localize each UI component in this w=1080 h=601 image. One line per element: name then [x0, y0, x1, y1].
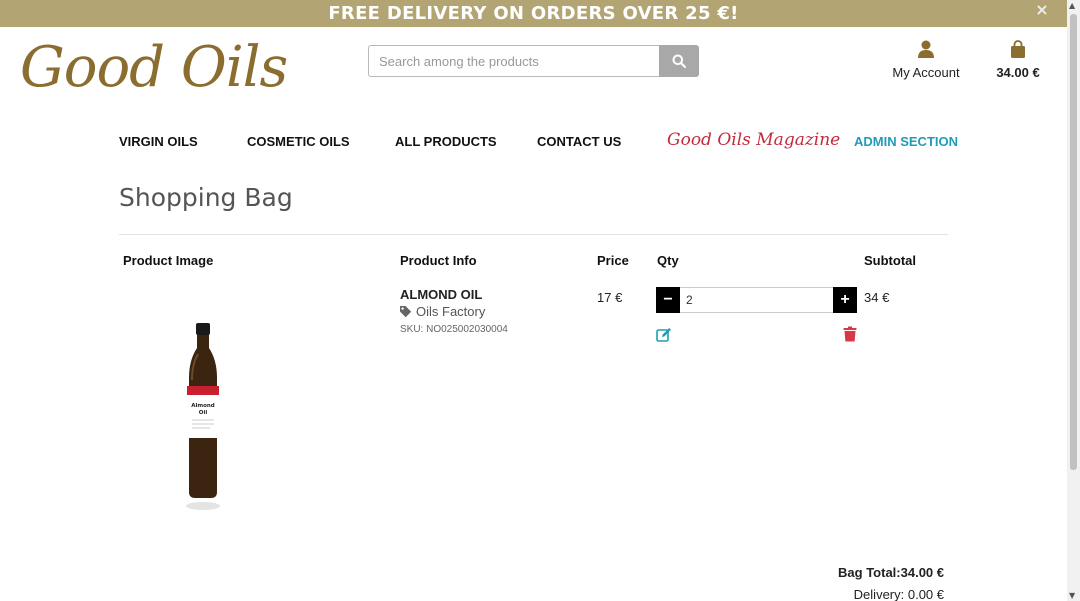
bag-total-amount: 34.00 €: [996, 65, 1040, 80]
scroll-up-icon[interactable]: ▲: [1069, 1, 1075, 10]
shopping-bag-link[interactable]: 34.00 €: [990, 40, 1046, 80]
header-qty: Qty: [657, 253, 679, 268]
main-nav: VIRGIN OILS COSMETIC OILS ALL PRODUCTS C…: [0, 130, 1067, 156]
brand-label: Oils Factory: [416, 304, 486, 319]
search-icon: [672, 54, 686, 68]
close-icon[interactable]: ×: [1035, 0, 1049, 20]
header-product-info: Product Info: [400, 253, 477, 268]
banner-text: FREE DELIVERY ON ORDERS OVER 25 €!: [328, 3, 739, 24]
quantity-stepper: − +: [656, 287, 857, 313]
bottle-label-line2: Oil: [199, 410, 208, 416]
my-account-label: My Account: [892, 65, 960, 80]
search-button[interactable]: [659, 45, 699, 77]
scrollbar[interactable]: ▲ ▼: [1067, 0, 1080, 601]
nav-virgin-oils[interactable]: VIRGIN OILS: [119, 134, 198, 149]
product-image: Almond Oil: [186, 323, 220, 510]
product-name: ALMOND OIL: [400, 287, 483, 302]
header-price: Price: [597, 253, 629, 268]
edit-icon[interactable]: [656, 327, 672, 343]
delivery-banner: FREE DELIVERY ON ORDERS OVER 25 €! ×: [0, 0, 1067, 27]
bottle-label-line1: Almond: [191, 403, 215, 409]
bag-total: Bag Total:34.00 €: [838, 565, 944, 580]
nav-magazine[interactable]: Good Oils Magazine: [667, 130, 840, 150]
quantity-input[interactable]: [680, 287, 833, 313]
product-brand: Oils Factory: [399, 304, 485, 319]
page-title: Shopping Bag: [119, 183, 293, 212]
nav-all-products[interactable]: ALL PRODUCTS: [395, 134, 497, 149]
product-subtotal: 34 €: [864, 290, 890, 305]
divider: [119, 234, 948, 235]
product-price: 17 €: [597, 290, 623, 305]
search-input[interactable]: [368, 45, 659, 77]
increment-qty-button[interactable]: +: [833, 287, 857, 313]
product-sku: SKU: NO025002030004: [400, 324, 508, 335]
delivery-cost: Delivery: 0.00 €: [853, 587, 944, 601]
scroll-down-icon[interactable]: ▼: [1069, 591, 1075, 600]
trash-icon[interactable]: [843, 326, 857, 342]
search-form: [368, 45, 699, 77]
site-logo[interactable]: Good Oils: [20, 30, 288, 106]
user-icon: [918, 40, 934, 58]
nav-cosmetic-oils[interactable]: COSMETIC OILS: [247, 134, 350, 149]
shopping-bag-icon: [1011, 40, 1025, 58]
nav-contact-us[interactable]: CONTACT US: [537, 134, 621, 149]
nav-admin-section[interactable]: ADMIN SECTION: [854, 134, 958, 149]
scrollbar-thumb[interactable]: [1070, 14, 1077, 470]
tag-icon: [400, 306, 412, 318]
header-subtotal: Subtotal: [864, 253, 916, 268]
my-account-link[interactable]: My Account: [890, 40, 962, 80]
header-product-image: Product Image: [123, 253, 214, 268]
decrement-qty-button[interactable]: −: [656, 287, 680, 313]
